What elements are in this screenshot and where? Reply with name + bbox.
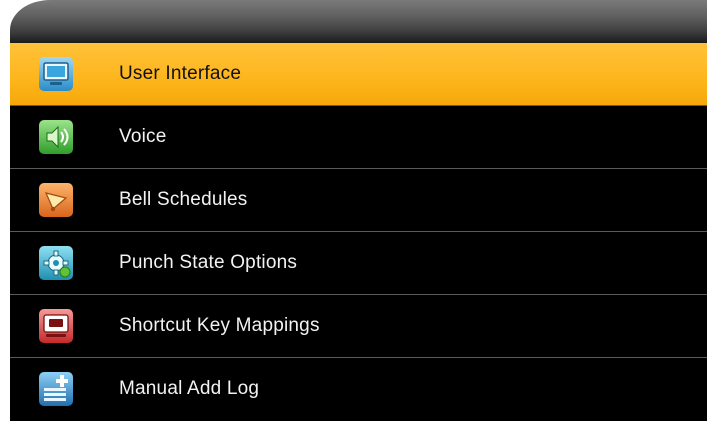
- speaker-icon: [38, 119, 74, 155]
- gear-icon: [38, 245, 74, 281]
- menu-item-punch-state-options[interactable]: Punch State Options: [10, 232, 707, 295]
- menu-item-label: Bell Schedules: [119, 189, 248, 210]
- menu-item-bell-schedules[interactable]: Bell Schedules: [10, 169, 707, 232]
- settings-menu: User Interface Voice Bell Schedules Punc…: [10, 43, 707, 420]
- add-log-icon: [38, 371, 74, 407]
- bell-icon: [38, 182, 74, 218]
- menu-item-label: Voice: [119, 126, 167, 147]
- menu-item-user-interface[interactable]: User Interface: [10, 43, 707, 106]
- device-screen: User Interface Voice Bell Schedules Punc…: [10, 0, 707, 421]
- menu-item-label: User Interface: [119, 63, 242, 84]
- menu-item-label: Punch State Options: [119, 252, 298, 273]
- monitor-icon: [38, 56, 74, 92]
- title-bar: [10, 0, 707, 43]
- keyboard-key-icon: [38, 308, 74, 344]
- menu-item-manual-add-log[interactable]: Manual Add Log: [10, 358, 707, 420]
- menu-item-label: Shortcut Key Mappings: [119, 315, 320, 336]
- menu-item-label: Manual Add Log: [119, 378, 260, 399]
- menu-item-shortcut-key-mappings[interactable]: Shortcut Key Mappings: [10, 295, 707, 358]
- menu-item-voice[interactable]: Voice: [10, 106, 707, 169]
